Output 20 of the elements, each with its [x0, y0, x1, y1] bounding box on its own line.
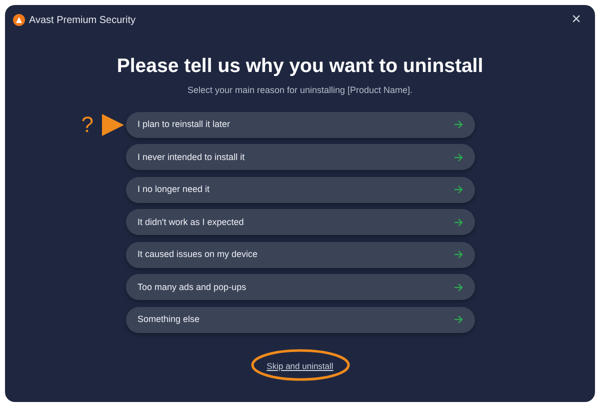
- arrow-right-icon: [454, 315, 462, 324]
- question-mark: ?: [81, 114, 94, 136]
- reason-option[interactable]: It caused issues on my device: [126, 242, 474, 268]
- reason-option[interactable]: I no longer need it: [126, 176, 474, 203]
- reason-option[interactable]: It didn't work as I expected: [126, 209, 474, 236]
- subheading: Select your main reason for uninstalling [Product Name].: [186, 84, 414, 98]
- arrow-right-icon: [454, 120, 462, 130]
- arrow-right-icon: [454, 185, 462, 194]
- arrow-right-icon: [454, 282, 462, 292]
- close-button[interactable]: ×: [568, 12, 585, 28]
- heading: Please tell us why you want to uninstall: [116, 55, 484, 78]
- arrow-right-icon: [454, 152, 462, 162]
- arrow-right-icon: [454, 218, 462, 227]
- reason-option[interactable]: Something else: [126, 306, 474, 333]
- arrow-right-icon: [454, 250, 462, 260]
- reason-option[interactable]: I plan to reinstall it later: [126, 112, 474, 138]
- window-title: Avast Premium Security: [29, 14, 136, 28]
- logo-icon: [13, 14, 25, 26]
- reason-option[interactable]: I never intended to install it: [126, 144, 474, 170]
- reason-option[interactable]: Too many ads and pop-ups: [126, 274, 474, 300]
